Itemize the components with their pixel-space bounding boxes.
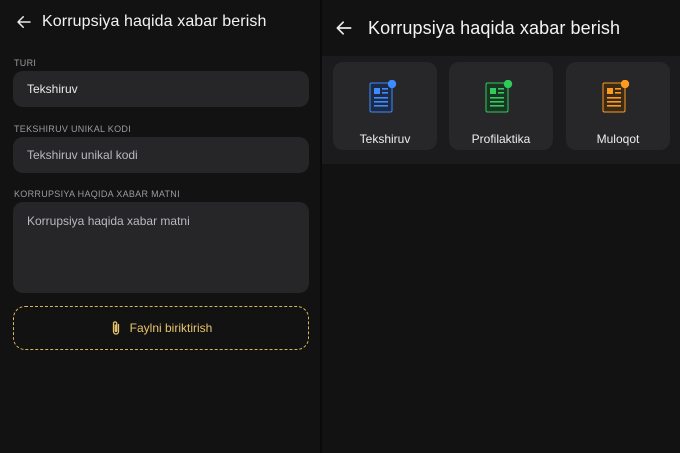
category-card-profilaktika[interactable]: Profilaktika [449, 62, 553, 150]
arrow-left-icon [17, 16, 31, 28]
form-top-bar: Korrupsiya haqida xabar berish [0, 0, 320, 44]
screen: Korrupsiya haqida xabar berish TURI Teks… [0, 0, 680, 453]
back-button[interactable] [332, 16, 356, 40]
attach-file-button[interactable]: Faylni biriktirish [13, 306, 309, 350]
category-label: Tekshiruv [359, 132, 411, 146]
page-title: Korrupsiya haqida xabar berish [42, 13, 267, 30]
category-label: Muloqot [596, 132, 640, 146]
back-button[interactable] [12, 10, 36, 34]
category-select-pane: Korrupsiya haqida xabar berish Tekshiruv [322, 0, 680, 453]
arrow-left-icon [336, 21, 352, 35]
unique-code-label: TEKSHIRUV UNIKAL KODI [14, 124, 131, 134]
category-label: Profilaktika [471, 132, 531, 146]
document-icon [369, 80, 397, 113]
category-card-tekshiruv[interactable]: Tekshiruv [333, 62, 437, 150]
report-form-pane: Korrupsiya haqida xabar berish TURI Teks… [0, 0, 320, 453]
category-card-muloqot[interactable]: Muloqot [566, 62, 670, 150]
paperclip-icon [110, 320, 122, 336]
document-icon [485, 80, 513, 113]
unique-code-input[interactable]: Tekshiruv unikal kodi [13, 137, 309, 173]
message-label: KORRUPSIYA HAQIDA XABAR MATNI [14, 189, 180, 199]
message-textarea[interactable]: Korrupsiya haqida xabar matni [13, 202, 309, 293]
page-title: Korrupsiya haqida xabar berish [368, 17, 621, 38]
category-top-bar: Korrupsiya haqida xabar berish [322, 0, 680, 56]
type-select[interactable]: Tekshiruv [13, 71, 309, 107]
attach-file-label: Faylni biriktirish [129, 321, 213, 335]
type-label: TURI [14, 58, 37, 68]
document-icon [602, 80, 630, 113]
